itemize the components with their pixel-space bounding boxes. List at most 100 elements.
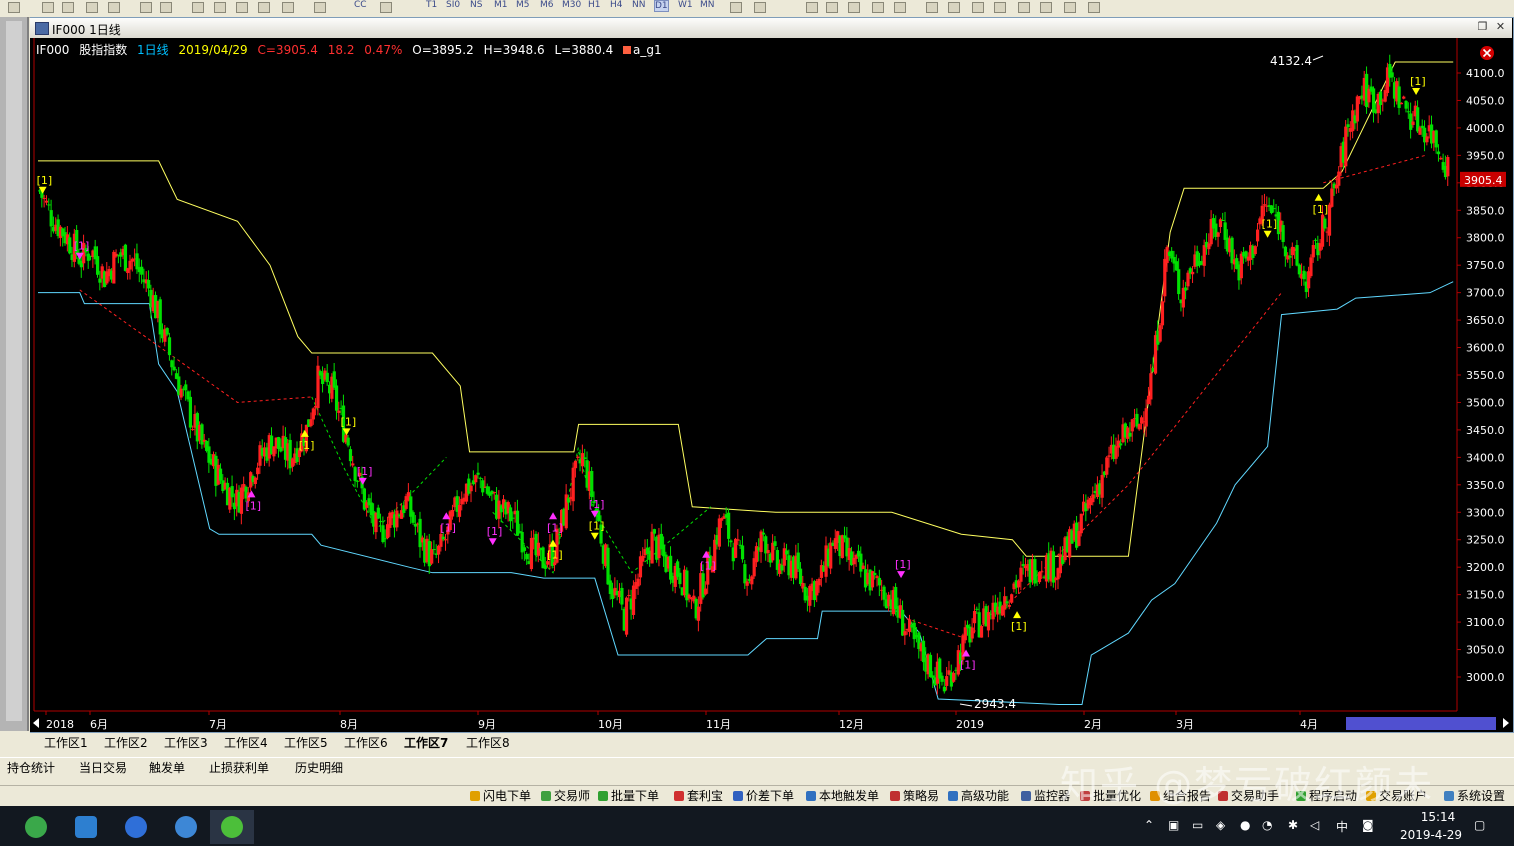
- paste-icon[interactable]: [160, 2, 172, 13]
- ime-indicator[interactable]: 中: [1336, 818, 1348, 835]
- function-button-7[interactable]: 策略易: [890, 789, 939, 804]
- tray-app-icon[interactable]: ◙: [1362, 818, 1374, 832]
- notification-icon[interactable]: ▢: [1474, 818, 1485, 832]
- left-scrollbar[interactable]: [6, 21, 22, 721]
- candle-body: [1446, 157, 1450, 177]
- tray-display-icon[interactable]: ▭: [1192, 818, 1203, 832]
- bottom-tab-3[interactable]: 触发单: [146, 760, 188, 777]
- message-icon[interactable]: [926, 2, 938, 13]
- function-button-15[interactable]: 系统设置: [1444, 789, 1505, 804]
- line-tool-icon[interactable]: [314, 2, 326, 13]
- palette-icon[interactable]: [754, 2, 766, 13]
- save-icon[interactable]: [62, 2, 74, 13]
- close-window-button[interactable]: ✕: [1494, 21, 1507, 33]
- period-nn[interactable]: NN: [632, 0, 645, 10]
- period-h1[interactable]: H1: [588, 0, 601, 10]
- workspace-tab-2[interactable]: 工作区2: [100, 735, 152, 751]
- layout-icon[interactable]: [108, 2, 120, 13]
- function-button-8[interactable]: 高级功能: [948, 789, 1009, 804]
- alert-icon[interactable]: [948, 2, 960, 13]
- clock-date[interactable]: 2019-4-29: [1395, 828, 1467, 842]
- function-button-4[interactable]: 套利宝: [674, 789, 723, 804]
- candle-body: [334, 385, 339, 411]
- template-icon[interactable]: [258, 2, 270, 13]
- magic-icon[interactable]: [1018, 2, 1030, 13]
- bottom-tab-4[interactable]: 止损获利单: [206, 760, 272, 777]
- period-m30[interactable]: M30: [562, 0, 581, 10]
- print-icon[interactable]: [8, 2, 20, 13]
- candle-body: [553, 562, 557, 566]
- bottom-tab-5[interactable]: 历史明细: [292, 760, 346, 777]
- strategy-s-icon[interactable]: [894, 2, 906, 13]
- tray-wifi-icon[interactable]: ◔: [1262, 818, 1272, 832]
- period-h4[interactable]: H4: [610, 0, 623, 10]
- drop-icon[interactable]: [826, 2, 838, 13]
- signal-label: [1]: [895, 558, 911, 571]
- candle-body: [1160, 301, 1165, 326]
- period-d1[interactable]: D1: [654, 0, 669, 12]
- price-chart[interactable]: 4100.04050.04000.03950.03900.03850.03800…: [30, 38, 1512, 732]
- start-button[interactable]: [14, 810, 58, 844]
- period-ns[interactable]: NS: [470, 0, 482, 10]
- workspace-tab-5[interactable]: 工作区5: [280, 735, 332, 751]
- function-button-6[interactable]: 本地触发单: [806, 789, 879, 804]
- function-button-1[interactable]: 闪电下单: [470, 789, 531, 804]
- window-icon[interactable]: [282, 2, 294, 13]
- copy-icon[interactable]: [140, 2, 152, 13]
- chart-scroll-thumb[interactable]: [1346, 717, 1496, 730]
- candle-body: [986, 612, 991, 631]
- period-si0[interactable]: SI0: [446, 0, 460, 10]
- workspace-tab-3[interactable]: 工作区3: [160, 735, 212, 751]
- period-t1[interactable]: T1: [426, 0, 437, 10]
- open-icon[interactable]: [42, 2, 54, 13]
- x-tick-label: 9月: [478, 718, 496, 731]
- tray-volume-icon[interactable]: ◁: [1310, 818, 1319, 832]
- edit-icon[interactable]: [86, 2, 98, 13]
- chart-icon[interactable]: [192, 2, 204, 13]
- workspace-tab-7[interactable]: 工作区7: [400, 735, 452, 751]
- formula-icon[interactable]: [236, 2, 248, 13]
- info-open: O=3895.2: [412, 43, 474, 57]
- taskbar-app-wps[interactable]: [114, 810, 158, 844]
- workspace-tab-8[interactable]: 工作区8: [462, 735, 514, 751]
- function-button-2[interactable]: 交易师: [541, 789, 590, 804]
- clock-time[interactable]: 15:14: [1408, 810, 1468, 824]
- bottom-tab-1[interactable]: 持仓统计: [4, 760, 58, 777]
- workspace-tab-1[interactable]: 工作区1: [40, 735, 92, 751]
- tray-qq-icon[interactable]: ●: [1240, 818, 1250, 832]
- bottom-tab-2[interactable]: 当日交易: [76, 760, 130, 777]
- function-button-5[interactable]: 价差下单: [733, 789, 794, 804]
- object-icon[interactable]: [848, 2, 860, 13]
- function-button-3[interactable]: 批量下单: [598, 789, 659, 804]
- workspace-tab-4[interactable]: 工作区4: [220, 735, 272, 751]
- refresh-icon[interactable]: [380, 2, 392, 13]
- period-mn[interactable]: MN: [700, 0, 715, 10]
- candle-body: [441, 536, 445, 540]
- period-w1[interactable]: W1: [678, 0, 693, 10]
- export-icon[interactable]: [1064, 2, 1076, 13]
- period-m5[interactable]: M5: [516, 0, 530, 10]
- candle-body: [1302, 270, 1306, 280]
- close-chart-icon[interactable]: [1480, 46, 1494, 60]
- candle-icon[interactable]: [730, 2, 742, 13]
- period-m6[interactable]: M6: [540, 0, 554, 10]
- indicator-icon[interactable]: [214, 2, 226, 13]
- taskbar-app-3[interactable]: [164, 810, 208, 844]
- candle-body: [1272, 208, 1276, 210]
- taskbar-app-1[interactable]: [64, 810, 108, 844]
- tray-up-icon[interactable]: ⌃: [1144, 818, 1154, 832]
- taskbar-app-wechat[interactable]: [210, 810, 254, 844]
- cc-button[interactable]: CC: [354, 0, 367, 10]
- period-m1[interactable]: M1: [494, 0, 508, 10]
- tray-bluetooth-icon[interactable]: ✱: [1288, 818, 1298, 832]
- tray-network-icon[interactable]: ▣: [1168, 818, 1179, 832]
- search-icon[interactable]: [972, 2, 984, 13]
- arrow-tool-icon[interactable]: [806, 2, 818, 13]
- restore-window-button[interactable]: ❐: [1476, 21, 1489, 33]
- bold-b-icon[interactable]: [872, 2, 884, 13]
- toggle-icon[interactable]: [1040, 2, 1052, 13]
- tray-shield-icon[interactable]: ◈: [1216, 818, 1225, 832]
- hand-icon[interactable]: [994, 2, 1006, 13]
- sync-icon[interactable]: [1088, 2, 1100, 13]
- workspace-tab-6[interactable]: 工作区6: [340, 735, 392, 751]
